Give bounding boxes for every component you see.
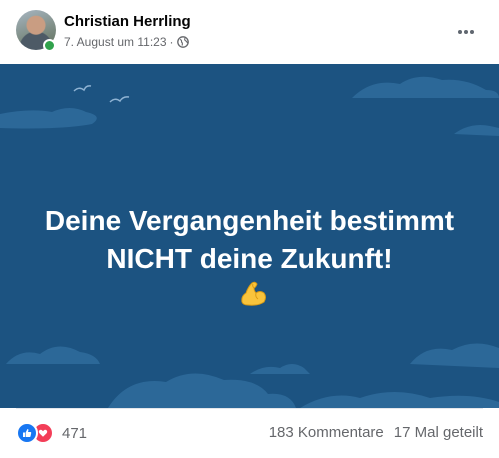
- comments-count-link[interactable]: 183 Kommentare: [269, 424, 384, 441]
- image-caption: Deine Vergangenheit bestimmt NICHT deine…: [0, 202, 499, 318]
- shares-count-link[interactable]: 17 Mal geteilt: [394, 424, 483, 441]
- more-horizontal-icon: [458, 30, 474, 34]
- meta-separator: ·: [169, 35, 174, 49]
- post-header: Christian Herrling 7. August um 11:23 ·: [0, 0, 499, 64]
- caption-line-2: NICHT deine Zukunft!: [106, 243, 393, 274]
- caption-line-2-wrap: NICHT deine Zukunft!: [0, 240, 499, 318]
- post-timestamp[interactable]: 7. August um 11:23: [64, 35, 167, 49]
- facebook-post: Christian Herrling 7. August um 11:23 ·: [0, 0, 499, 458]
- engagement-stats: 183 Kommentare 17 Mal geteilt: [269, 424, 483, 441]
- online-status-icon: [43, 39, 56, 52]
- post-image[interactable]: Deine Vergangenheit bestimmt NICHT deine…: [0, 64, 499, 408]
- footer-divider: [16, 408, 483, 409]
- author-name[interactable]: Christian Herrling: [64, 13, 191, 30]
- post-meta: 7. August um 11:23 ·: [64, 35, 189, 49]
- like-icon: [16, 422, 38, 444]
- caption-line-1: Deine Vergangenheit bestimmt: [44, 205, 455, 236]
- globe-icon[interactable]: [176, 36, 189, 48]
- post-footer: 471 183 Kommentare 17 Mal geteilt: [0, 408, 499, 458]
- reaction-count[interactable]: 471: [62, 425, 87, 442]
- flexed-biceps-icon: [6, 278, 499, 318]
- more-options-button[interactable]: [450, 16, 482, 48]
- reaction-summary[interactable]: 471: [16, 422, 87, 444]
